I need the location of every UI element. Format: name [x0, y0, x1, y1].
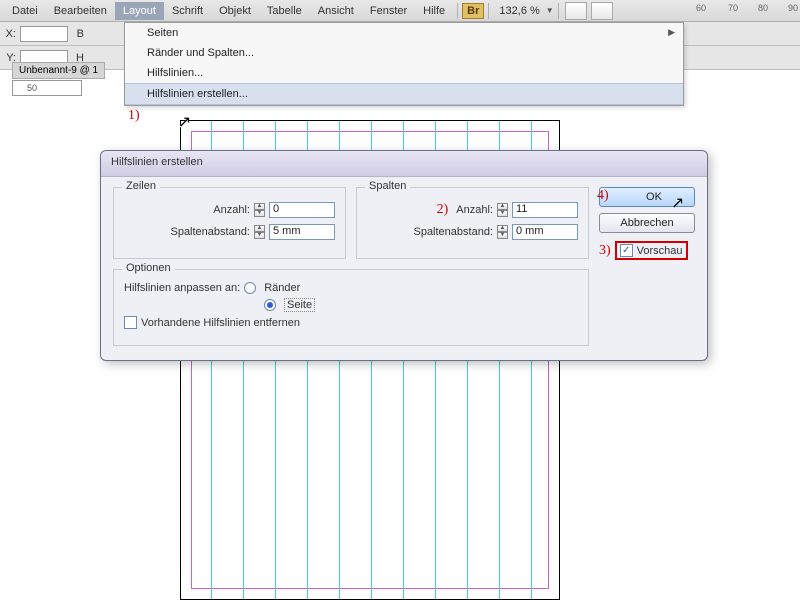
- rows-legend: Zeilen: [122, 180, 160, 192]
- menu-bearbeiten[interactable]: Bearbeiten: [46, 2, 115, 20]
- menu-item-hilfslinien-erstellen[interactable]: Hilfslinien erstellen...: [125, 83, 683, 105]
- screen-mode-button[interactable]: [565, 2, 587, 20]
- options-legend: Optionen: [122, 262, 175, 274]
- ruler-tick: 90: [788, 3, 798, 13]
- rows-count-spinner[interactable]: ▲▼: [254, 203, 265, 217]
- cancel-button[interactable]: Abbrechen: [599, 213, 695, 233]
- fit-margins-label: Ränder: [264, 282, 300, 294]
- bridge-button[interactable]: Br: [462, 3, 484, 19]
- x-label: X:: [4, 28, 16, 40]
- cols-gutter-spinner[interactable]: ▲▼: [497, 225, 508, 239]
- columns-legend: Spalten: [365, 180, 410, 192]
- fit-page-label: Seite: [284, 298, 315, 312]
- menu-schrift[interactable]: Schrift: [164, 2, 211, 20]
- menu-tabelle[interactable]: Tabelle: [259, 2, 310, 20]
- menu-datei[interactable]: Datei: [4, 2, 46, 20]
- menu-ansicht[interactable]: Ansicht: [310, 2, 362, 20]
- cols-count-spinner[interactable]: ▲▼: [497, 203, 508, 217]
- cols-gutter-label: Spaltenabstand:: [413, 226, 493, 238]
- cols-count-label: Anzahl:: [456, 204, 493, 216]
- zoom-level[interactable]: 132,6 %: [493, 5, 545, 17]
- cursor-icon: [178, 112, 192, 130]
- rows-group: Zeilen Anzahl: ▲▼ 0 Spaltenabstand: ▲▼ 5…: [113, 187, 346, 259]
- document-tab[interactable]: Unbenannt-9 @ 1: [12, 62, 105, 79]
- layout-menu-dropdown: Seiten ▶ Ränder und Spalten... Hilfslini…: [124, 22, 684, 106]
- zoom-dropdown-icon[interactable]: ▼: [546, 6, 554, 15]
- preview-label: Vorschau: [637, 245, 683, 257]
- cols-count-input[interactable]: 11: [512, 202, 578, 218]
- dialog-title: Hilfslinien erstellen: [101, 151, 707, 177]
- menu-fenster[interactable]: Fenster: [362, 2, 415, 20]
- ruler-segment: 50: [12, 80, 82, 96]
- fit-margins-radio[interactable]: [244, 282, 256, 294]
- arrange-button[interactable]: [591, 2, 613, 20]
- menu-item-hilfslinien[interactable]: Hilfslinien...: [125, 63, 683, 83]
- submenu-arrow-icon: ▶: [668, 27, 675, 38]
- rows-count-label: Anzahl:: [213, 204, 250, 216]
- cols-gutter-input[interactable]: 0 mm: [512, 224, 578, 240]
- menu-item-label: Seiten: [147, 27, 178, 39]
- b-label: B: [72, 28, 84, 40]
- preview-highlight: ✓ Vorschau: [615, 241, 688, 260]
- rows-count-input[interactable]: 0: [269, 202, 335, 218]
- options-group: Optionen Hilfslinien anpassen an: Ränder…: [113, 269, 589, 346]
- rows-gutter-label: Spaltenabstand:: [170, 226, 250, 238]
- preview-checkbox[interactable]: ✓: [620, 244, 633, 257]
- menu-hilfe[interactable]: Hilfe: [415, 2, 453, 20]
- ruler-tick: 70: [728, 3, 738, 13]
- remove-existing-label: Vorhandene Hilfslinien entfernen: [141, 317, 300, 329]
- ruler-tick: 60: [696, 3, 706, 13]
- columns-group: Spalten 2) Anzahl: ▲▼ 11 Spaltenabstand:…: [356, 187, 589, 259]
- create-guides-dialog: Hilfslinien erstellen Zeilen Anzahl: ▲▼ …: [100, 150, 708, 361]
- x-field[interactable]: [20, 26, 68, 42]
- menu-layout[interactable]: Layout: [115, 2, 164, 20]
- fit-guides-label: Hilfslinien anpassen an:: [124, 282, 240, 294]
- remove-existing-checkbox[interactable]: [124, 316, 137, 329]
- rows-gutter-spinner[interactable]: ▲▼: [254, 225, 265, 239]
- ruler-tick: 80: [758, 3, 768, 13]
- menu-objekt[interactable]: Objekt: [211, 2, 259, 20]
- menu-item-seiten[interactable]: Seiten ▶: [125, 23, 683, 43]
- fit-page-radio[interactable]: [264, 299, 276, 311]
- annotation-3: 3): [599, 243, 611, 259]
- dialog-buttons: 4) OK Abbrechen 3) ✓ Vorschau: [599, 187, 695, 346]
- cursor-icon: [671, 193, 685, 211]
- annotation-4: 4): [597, 188, 609, 204]
- annotation-2: 2): [437, 202, 449, 218]
- rows-gutter-input[interactable]: 5 mm: [269, 224, 335, 240]
- annotation-1: 1): [128, 108, 140, 124]
- menu-item-raender-spalten[interactable]: Ränder und Spalten...: [125, 43, 683, 63]
